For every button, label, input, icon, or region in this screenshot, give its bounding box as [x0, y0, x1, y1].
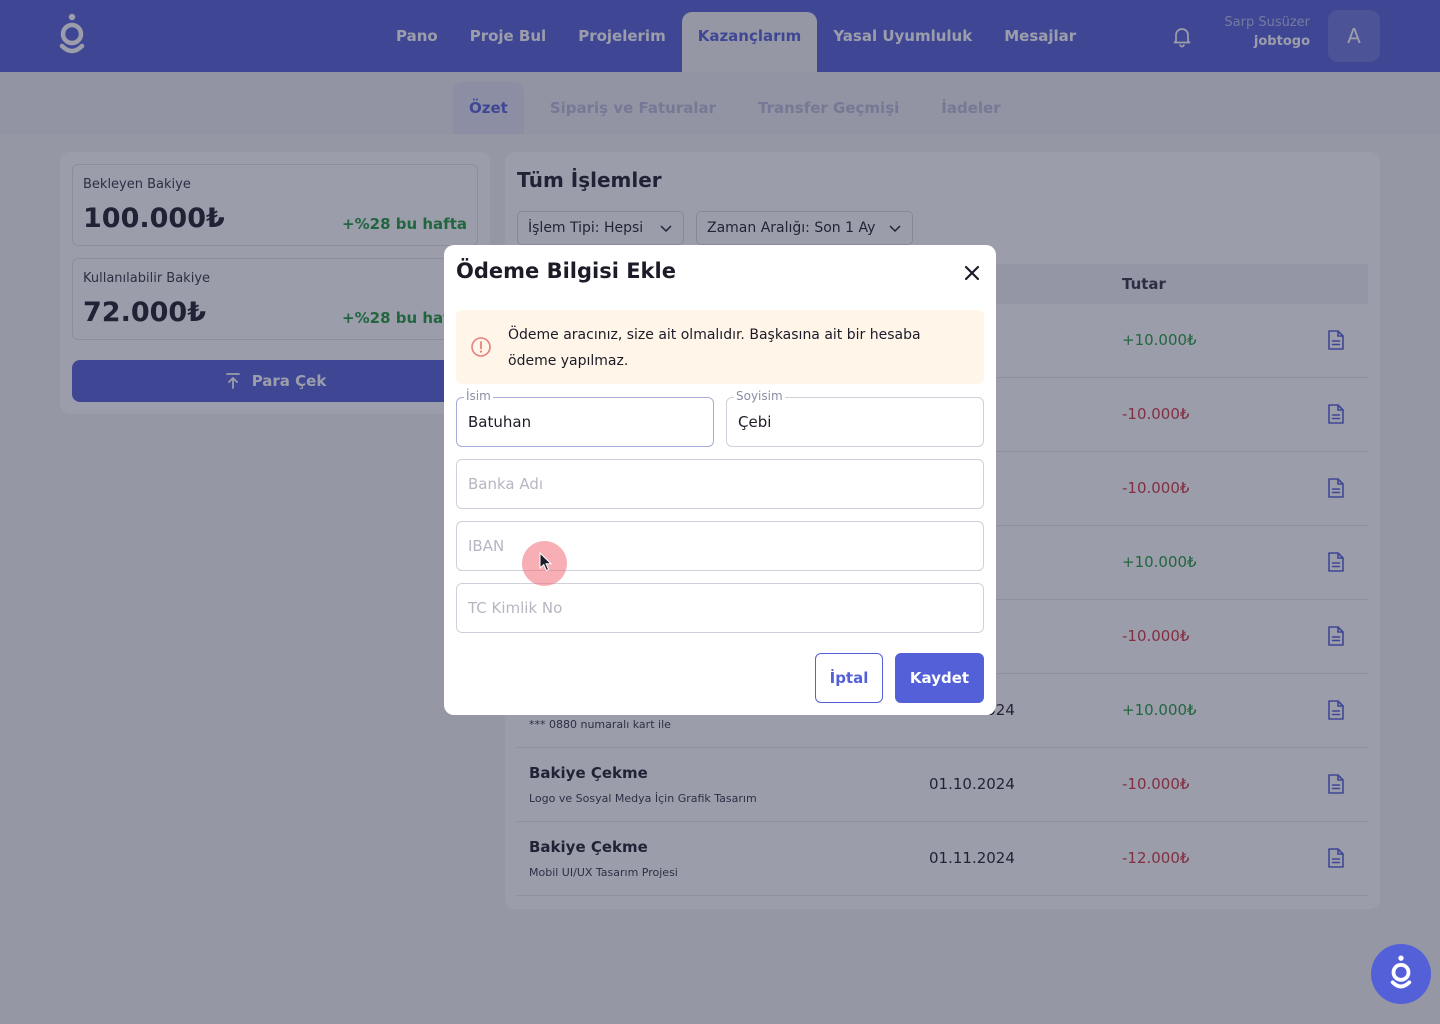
tc-id-input[interactable] [456, 583, 984, 633]
first-name-field-wrap: İsim [456, 389, 714, 447]
first-name-input[interactable] [456, 397, 714, 447]
last-name-field-wrap: Soyisim [726, 389, 984, 447]
warning-text: Ödeme aracınız, size ait olmalıdır. Başk… [508, 327, 921, 369]
last-name-input[interactable] [726, 397, 984, 447]
cancel-button[interactable]: İptal [815, 653, 883, 703]
ownership-warning: Ödeme aracınız, size ait olmalıdır. Başk… [456, 310, 984, 384]
first-name-label: İsim [464, 389, 493, 403]
bank-name-input[interactable] [456, 459, 984, 509]
jobtogo-chat-icon [1390, 955, 1412, 989]
add-payment-info-dialog: Ödeme Bilgisi Ekle Ödeme aracınız, size … [444, 245, 996, 715]
mouse-pointer-icon [539, 552, 553, 572]
save-button[interactable]: Kaydet [895, 653, 984, 703]
last-name-label: Soyisim [734, 389, 785, 403]
support-chat-button[interactable] [1371, 944, 1431, 1004]
alert-circle-icon [471, 337, 491, 357]
dialog-title: Ödeme Bilgisi Ekle [456, 259, 676, 283]
close-icon[interactable] [962, 263, 982, 283]
